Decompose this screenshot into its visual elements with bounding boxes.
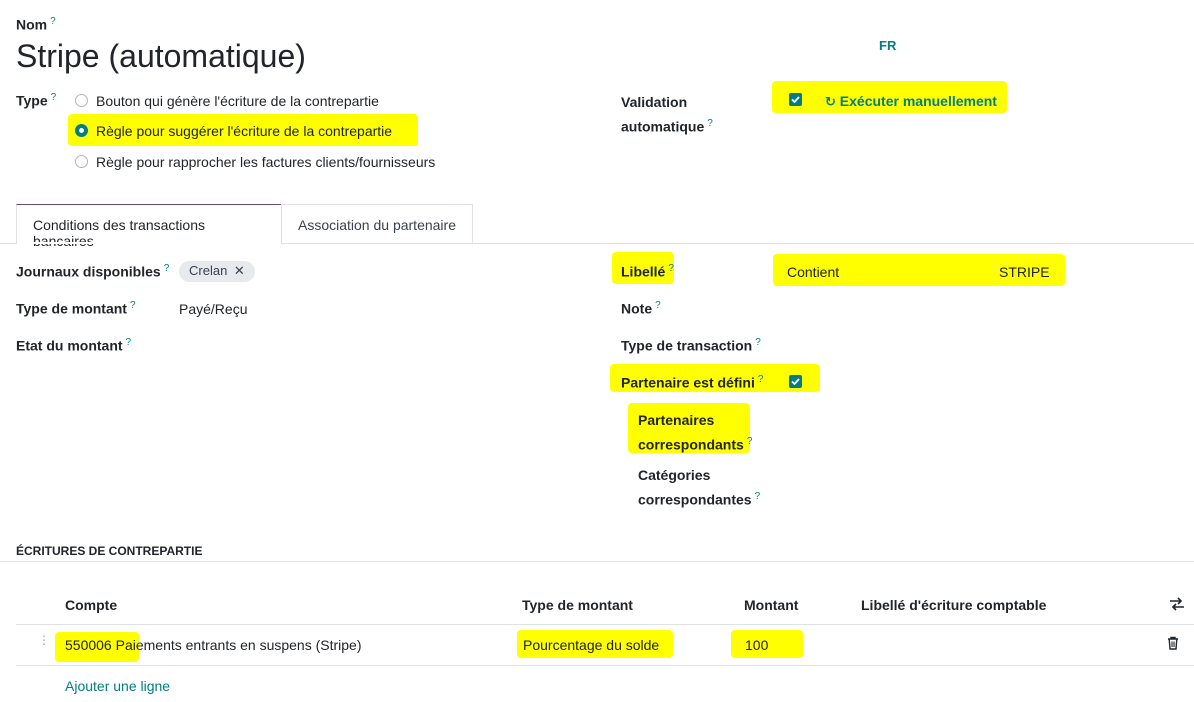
trash-icon [1168,636,1178,650]
journal-tag[interactable]: Crelan ✕ [179,261,255,282]
column-header-label[interactable]: Libellé d'écriture comptable [861,597,1046,613]
type-help-icon[interactable]: ? [51,92,57,103]
note-label: Note? [621,300,661,317]
header-divider [16,624,1194,625]
active-tab-gap [17,242,281,244]
auto-validation-checkbox[interactable] [789,93,802,106]
libelle-value-input[interactable]: STRIPE [999,264,1050,280]
type-option-rule-suggest[interactable]: Règle pour suggérer l'écriture de la con… [75,122,415,140]
radio-selected-icon[interactable] [75,124,88,137]
partner-set-label: Partenaire est défini? [621,374,764,391]
section-divider [0,561,1194,562]
matching-partners-label: Partenaires correspondants? [638,412,753,453]
journals-label: Journaux disponibles? [16,263,170,280]
auto-validation-label: Validation automatique? [621,94,713,135]
name-help-icon[interactable]: ? [50,16,56,27]
execute-manually-button[interactable]: ↻ Exécuter manuellement [825,93,997,110]
language-button[interactable]: FR [879,38,896,53]
radio-icon[interactable] [75,94,88,107]
sliders-icon [1170,597,1184,611]
matching-categories-label: Catégories correspondantes? [638,467,761,508]
amount-cell[interactable]: 100 [745,637,768,653]
column-header-amount-type[interactable]: Type de montant [522,597,633,613]
name-label: Nom? [16,16,56,33]
add-line-link[interactable]: Ajouter une ligne [65,678,170,694]
amount-state-help-icon[interactable]: ? [126,337,132,348]
section-title: ÉCRITURES DE CONTREPARTIE [16,544,203,558]
journals-help-icon[interactable]: ? [164,263,170,274]
matching-categories-help-icon[interactable]: ? [755,491,761,502]
type-label: Type? [16,92,57,109]
type-option-rule-match[interactable]: Règle pour rapprocher les factures clien… [75,153,455,171]
libelle-label: Libellé? [621,263,674,280]
transaction-type-label: Type de transaction? [621,337,761,354]
note-help-icon[interactable]: ? [655,300,661,311]
matching-partners-help-icon[interactable]: ? [747,436,753,447]
amount-type-value[interactable]: Payé/Reçu [179,301,247,317]
radio-icon[interactable] [75,155,88,168]
type-option-label: Bouton qui génère l'écriture de la contr… [96,93,379,109]
amount-state-label: Etat du montant? [16,337,132,354]
libelle-help-icon[interactable]: ? [668,263,674,274]
delete-row-button[interactable] [1167,636,1179,653]
optional-columns-toggle[interactable] [1169,597,1185,614]
libelle-operator-select[interactable]: Contient [787,264,839,280]
close-icon[interactable]: ✕ [234,263,245,278]
auto-validation-help-icon[interactable]: ? [707,118,713,129]
tab-partner-association[interactable]: Association du partenaire [281,204,473,244]
partner-set-checkbox[interactable] [789,375,802,388]
column-header-account[interactable]: Compte [65,597,117,613]
tab-bank-conditions[interactable]: Conditions des transactions bancaires [16,204,282,249]
account-cell[interactable]: 550006 Paiements entrants en suspens (St… [65,637,362,653]
amount-type-cell[interactable]: Pourcentage du solde [523,637,659,653]
type-option-button[interactable]: Bouton qui génère l'écriture de la contr… [75,92,415,110]
record-title[interactable]: Stripe (automatique) [16,38,306,75]
type-option-label: Règle pour suggérer l'écriture de la con… [96,123,393,139]
type-option-label: Règle pour rapprocher les factures clien… [96,154,436,170]
column-header-amount[interactable]: Montant [744,597,798,613]
row-divider [16,665,1194,666]
transaction-type-help-icon[interactable]: ? [755,337,761,348]
refresh-icon: ↻ [825,94,836,109]
partner-set-help-icon[interactable]: ? [758,374,764,385]
amount-type-help-icon[interactable]: ? [130,300,136,311]
amount-type-label: Type de montant? [16,300,136,317]
